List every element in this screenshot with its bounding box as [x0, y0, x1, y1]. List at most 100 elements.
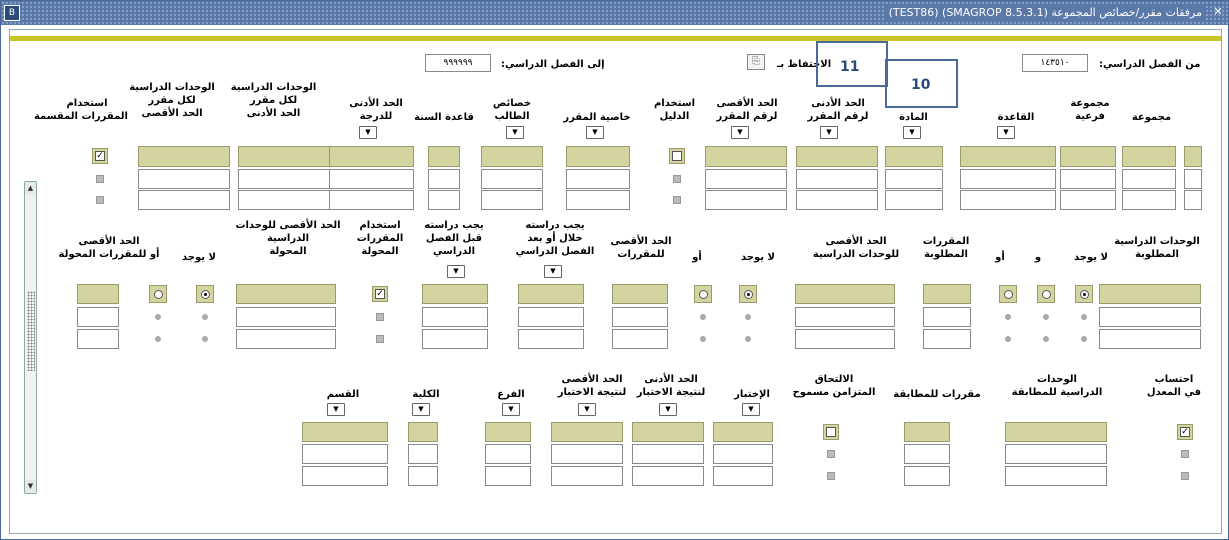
branch-dropdown-icon[interactable]: ▼ [502, 403, 520, 416]
s1-field[interactable] [1122, 190, 1176, 210]
s2-field[interactable] [1099, 284, 1201, 304]
scroll-down-icon[interactable]: ▼ [25, 480, 36, 493]
use-catalog-checkbox[interactable] [673, 196, 681, 204]
transfer-not-exist-radio[interactable] [196, 285, 214, 303]
s2-field[interactable] [612, 307, 668, 327]
concurrent-checkbox[interactable] [827, 472, 835, 480]
s1-field[interactable] [885, 190, 943, 210]
req-and-radio[interactable] [1043, 336, 1049, 342]
s3-field[interactable] [632, 422, 704, 442]
course-attr-dropdown-icon[interactable]: ▼ [586, 126, 604, 139]
transfer-not-exist-radio[interactable] [202, 336, 208, 342]
use-split-checkbox[interactable]: ✓ [92, 148, 108, 164]
gpa-calc-checkbox[interactable]: ✓ [1177, 424, 1193, 440]
max-or-radio[interactable] [694, 285, 712, 303]
s3-field[interactable] [904, 444, 950, 464]
test-min-dropdown-icon[interactable]: ▼ [659, 403, 677, 416]
test-max-dropdown-icon[interactable]: ▼ [578, 403, 596, 416]
checkbox-box[interactable]: ✓ [1180, 427, 1190, 437]
s1-field[interactable] [1060, 169, 1116, 189]
from-term-input[interactable]: ١٤٣٥١٠ [1022, 54, 1088, 72]
scroll-up-icon[interactable]: ▲ [25, 182, 36, 195]
req-or-radio[interactable] [999, 285, 1017, 303]
keep-icon[interactable]: ⎘ [747, 54, 765, 70]
req-and-radio[interactable] [1043, 314, 1049, 320]
concurrent-checkbox[interactable] [823, 424, 839, 440]
req-and-radio[interactable] [1037, 285, 1055, 303]
min-course-no-dropdown-icon[interactable]: ▼ [820, 126, 838, 139]
use-catalog-checkbox[interactable] [669, 148, 685, 164]
s2-field[interactable] [236, 307, 336, 327]
s2-field[interactable] [795, 329, 895, 349]
s3-field[interactable] [1005, 422, 1107, 442]
scroll-grip[interactable] [27, 291, 35, 371]
s2-field[interactable] [422, 329, 488, 349]
s1-field[interactable] [324, 169, 414, 189]
s1-field[interactable] [566, 169, 630, 189]
s3-field[interactable] [302, 444, 388, 464]
s2-field[interactable] [612, 284, 668, 304]
s2-field[interactable] [612, 329, 668, 349]
s2-field[interactable] [923, 284, 971, 304]
s1-field[interactable] [238, 169, 330, 189]
dept-dropdown-icon[interactable]: ▼ [327, 403, 345, 416]
s3-field[interactable] [551, 422, 623, 442]
s2-field[interactable] [795, 307, 895, 327]
s1-field[interactable] [705, 169, 787, 189]
s1-field[interactable] [481, 190, 543, 210]
s3-field[interactable] [904, 466, 950, 486]
student-attr-dropdown-icon[interactable]: ▼ [506, 126, 524, 139]
s1-field[interactable] [796, 190, 878, 210]
use-transfer-checkbox[interactable] [376, 313, 384, 321]
max-not-exist-radio[interactable] [745, 336, 751, 342]
s1-field[interactable] [796, 146, 878, 167]
s1-field[interactable] [138, 146, 230, 167]
s1-field[interactable] [428, 169, 460, 189]
checkbox-box[interactable]: ✓ [95, 151, 105, 161]
s3-field[interactable] [1005, 444, 1107, 464]
max-or-radio[interactable] [700, 314, 706, 320]
s1-field[interactable] [960, 190, 1056, 210]
s1-field[interactable] [1184, 190, 1202, 210]
s1-field[interactable] [1122, 169, 1176, 189]
college-dropdown-icon[interactable]: ▼ [412, 403, 430, 416]
s1-field[interactable] [705, 146, 787, 167]
s2-field[interactable] [795, 284, 895, 304]
use-transfer-checkbox[interactable] [376, 335, 384, 343]
to-term-input[interactable]: ٩٩٩٩٩٩ [425, 54, 491, 72]
req-or-radio[interactable] [1005, 336, 1011, 342]
s3-field[interactable] [485, 444, 531, 464]
s2-field[interactable] [77, 329, 119, 349]
s3-field[interactable] [713, 444, 773, 464]
s1-field[interactable] [885, 169, 943, 189]
req-or-radio[interactable] [1005, 314, 1011, 320]
req-not-exist-radio[interactable] [1075, 285, 1093, 303]
s2-field[interactable] [518, 284, 584, 304]
use-catalog-checkbox[interactable] [673, 175, 681, 183]
s2-field[interactable] [1099, 307, 1201, 327]
s3-field[interactable] [551, 466, 623, 486]
s2-field[interactable] [518, 329, 584, 349]
max-not-exist-radio[interactable] [745, 314, 751, 320]
s1-field[interactable] [885, 146, 943, 167]
s1-field[interactable] [324, 190, 414, 210]
s1-field[interactable] [566, 190, 630, 210]
s3-field[interactable] [551, 444, 623, 464]
s1-field[interactable] [1184, 146, 1202, 167]
req-not-exist-radio[interactable] [1081, 336, 1087, 342]
s1-field[interactable] [428, 190, 460, 210]
transfer-or-radio[interactable] [155, 314, 161, 320]
checkbox-box[interactable]: ✓ [375, 289, 385, 299]
close-icon[interactable]: ✕ [1212, 6, 1224, 18]
concurrent-checkbox[interactable] [827, 450, 835, 458]
radio-dot[interactable] [744, 290, 753, 299]
s1-field[interactable] [796, 169, 878, 189]
s3-field[interactable] [302, 466, 388, 486]
s3-field[interactable] [632, 466, 704, 486]
transfer-not-exist-radio[interactable] [202, 314, 208, 320]
s3-field[interactable] [408, 466, 438, 486]
s2-field[interactable] [422, 284, 488, 304]
radio-dot[interactable] [699, 290, 708, 299]
test-dropdown-icon[interactable]: ▼ [742, 403, 760, 416]
subject-dropdown-icon[interactable]: ▼ [903, 126, 921, 139]
